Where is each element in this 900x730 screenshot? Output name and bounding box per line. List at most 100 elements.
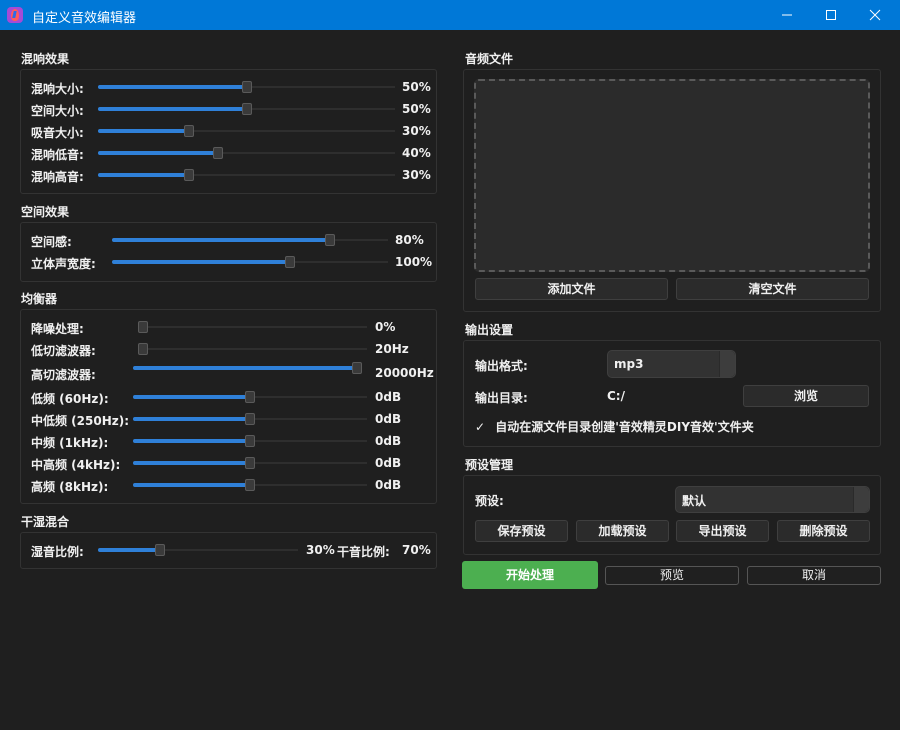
preview-button[interactable]: 预览	[605, 566, 739, 585]
audio-files-title: 音频文件	[465, 52, 514, 66]
room-size-value: 50%	[402, 102, 431, 116]
preset-management-title: 预设管理	[465, 458, 514, 472]
reverb-treble-slider[interactable]	[98, 169, 395, 181]
minimize-icon	[782, 14, 792, 16]
damping-label: 吸音大小:	[31, 126, 84, 140]
noise-reduction-value: 0%	[375, 320, 396, 334]
slider-handle[interactable]	[184, 125, 194, 137]
load-preset-button[interactable]: 加载预设	[576, 520, 669, 542]
slider-handle[interactable]	[213, 147, 223, 159]
reverb-treble-label: 混响高音:	[31, 170, 84, 184]
minimize-button[interactable]	[764, 0, 810, 30]
preset-select[interactable]: 默认	[675, 486, 870, 513]
slider-handle[interactable]	[245, 479, 255, 491]
damping-value: 30%	[402, 124, 431, 138]
eq-1khz-label: 中频 (1kHz):	[31, 436, 109, 450]
slider-handle[interactable]	[155, 544, 165, 556]
maximize-icon	[826, 10, 836, 20]
slider-handle[interactable]	[245, 413, 255, 425]
slider-handle[interactable]	[138, 343, 148, 355]
maximize-button[interactable]	[808, 0, 854, 30]
output-settings-title: 输出设置	[465, 323, 514, 337]
eq-8khz-label: 高频 (8kHz):	[31, 480, 109, 494]
reverb-treble-value: 30%	[402, 168, 431, 182]
auto-folder-checkbox[interactable]: ✓ 自动在源文件目录创建'音效精灵DIY音效'文件夹	[475, 418, 754, 435]
spaciousness-label: 空间感:	[31, 235, 72, 249]
noise-reduction-label: 降噪处理:	[31, 322, 84, 336]
output-format-select[interactable]: mp3	[607, 350, 736, 378]
room-size-label: 空间大小:	[31, 104, 84, 118]
low-cut-label: 低切滤波器:	[31, 344, 96, 358]
output-format-value: mp3	[614, 357, 644, 371]
eq-60hz-value: 0dB	[375, 390, 402, 404]
save-preset-button[interactable]: 保存预设	[475, 520, 568, 542]
dry-ratio-label: 干音比例:	[337, 545, 390, 559]
cancel-button[interactable]: 取消	[747, 566, 881, 585]
close-icon	[869, 9, 881, 21]
eq-250hz-slider[interactable]	[133, 413, 367, 425]
eq-250hz-value: 0dB	[375, 412, 402, 426]
stereo-width-slider[interactable]	[112, 256, 388, 268]
reverb-size-label: 混响大小:	[31, 82, 84, 96]
preset-label: 预设:	[475, 494, 504, 508]
reverb-bass-value: 40%	[402, 146, 431, 160]
dropdown-arrow-icon	[719, 351, 735, 377]
slider-handle[interactable]	[325, 234, 335, 246]
window-title: 自定义音效编辑器	[32, 11, 137, 26]
slider-handle[interactable]	[245, 435, 255, 447]
high-cut-slider[interactable]	[133, 362, 362, 374]
spaciousness-slider[interactable]	[112, 234, 388, 246]
export-preset-button[interactable]: 导出预设	[676, 520, 769, 542]
slider-handle[interactable]	[138, 321, 148, 333]
spatial-section-title: 空间效果	[21, 205, 70, 219]
file-drop-zone[interactable]	[474, 79, 870, 272]
slider-handle[interactable]	[285, 256, 295, 268]
title-bar: 自定义音效编辑器	[0, 0, 900, 30]
dropdown-arrow-icon	[853, 487, 869, 512]
high-cut-value: 20000Hz	[375, 366, 434, 380]
eq-8khz-value: 0dB	[375, 478, 402, 492]
start-processing-button[interactable]: 开始处理	[462, 561, 598, 589]
room-size-slider[interactable]	[98, 103, 395, 115]
slider-handle[interactable]	[352, 362, 362, 374]
eq-8khz-slider[interactable]	[133, 479, 367, 491]
slider-handle[interactable]	[184, 169, 194, 181]
slider-handle[interactable]	[245, 457, 255, 469]
wet-ratio-slider[interactable]	[98, 544, 298, 556]
checkmark-icon: ✓	[475, 420, 486, 434]
auto-folder-label: 自动在源文件目录创建'音效精灵DIY音效'文件夹	[495, 420, 754, 434]
preset-value: 默认	[682, 494, 707, 508]
reverb-section-title: 混响效果	[21, 52, 70, 66]
output-dir-value: C:/	[607, 389, 625, 403]
noise-reduction-slider[interactable]	[138, 321, 367, 333]
damping-slider[interactable]	[98, 125, 395, 137]
reverb-size-value: 50%	[402, 80, 431, 94]
reverb-size-slider[interactable]	[98, 81, 395, 93]
reverb-bass-slider[interactable]	[98, 147, 395, 159]
eq-4khz-value: 0dB	[375, 456, 402, 470]
eq-1khz-slider[interactable]	[133, 435, 367, 447]
high-cut-label: 高切滤波器:	[31, 368, 96, 382]
browse-button[interactable]: 浏览	[743, 385, 869, 407]
spatial-group	[20, 222, 437, 282]
output-dir-label: 输出目录:	[475, 391, 528, 405]
output-format-label: 输出格式:	[475, 359, 528, 373]
add-file-button[interactable]: 添加文件	[475, 278, 668, 300]
low-cut-slider[interactable]	[138, 343, 367, 355]
eq-4khz-label: 中高频 (4kHz):	[31, 458, 121, 472]
wet-ratio-label: 湿音比例:	[31, 545, 84, 559]
stereo-width-label: 立体声宽度:	[31, 257, 96, 271]
slider-handle[interactable]	[245, 391, 255, 403]
wet-ratio-value: 30%	[306, 543, 335, 557]
eq-60hz-slider[interactable]	[133, 391, 367, 403]
close-button[interactable]	[852, 0, 898, 30]
clear-files-button[interactable]: 清空文件	[676, 278, 869, 300]
app-logo-icon	[7, 7, 23, 23]
eq-section-title: 均衡器	[21, 292, 58, 306]
slider-handle[interactable]	[242, 103, 252, 115]
low-cut-value: 20Hz	[375, 342, 409, 356]
slider-handle[interactable]	[242, 81, 252, 93]
delete-preset-button[interactable]: 删除预设	[777, 520, 870, 542]
eq-4khz-slider[interactable]	[133, 457, 367, 469]
eq-1khz-value: 0dB	[375, 434, 402, 448]
